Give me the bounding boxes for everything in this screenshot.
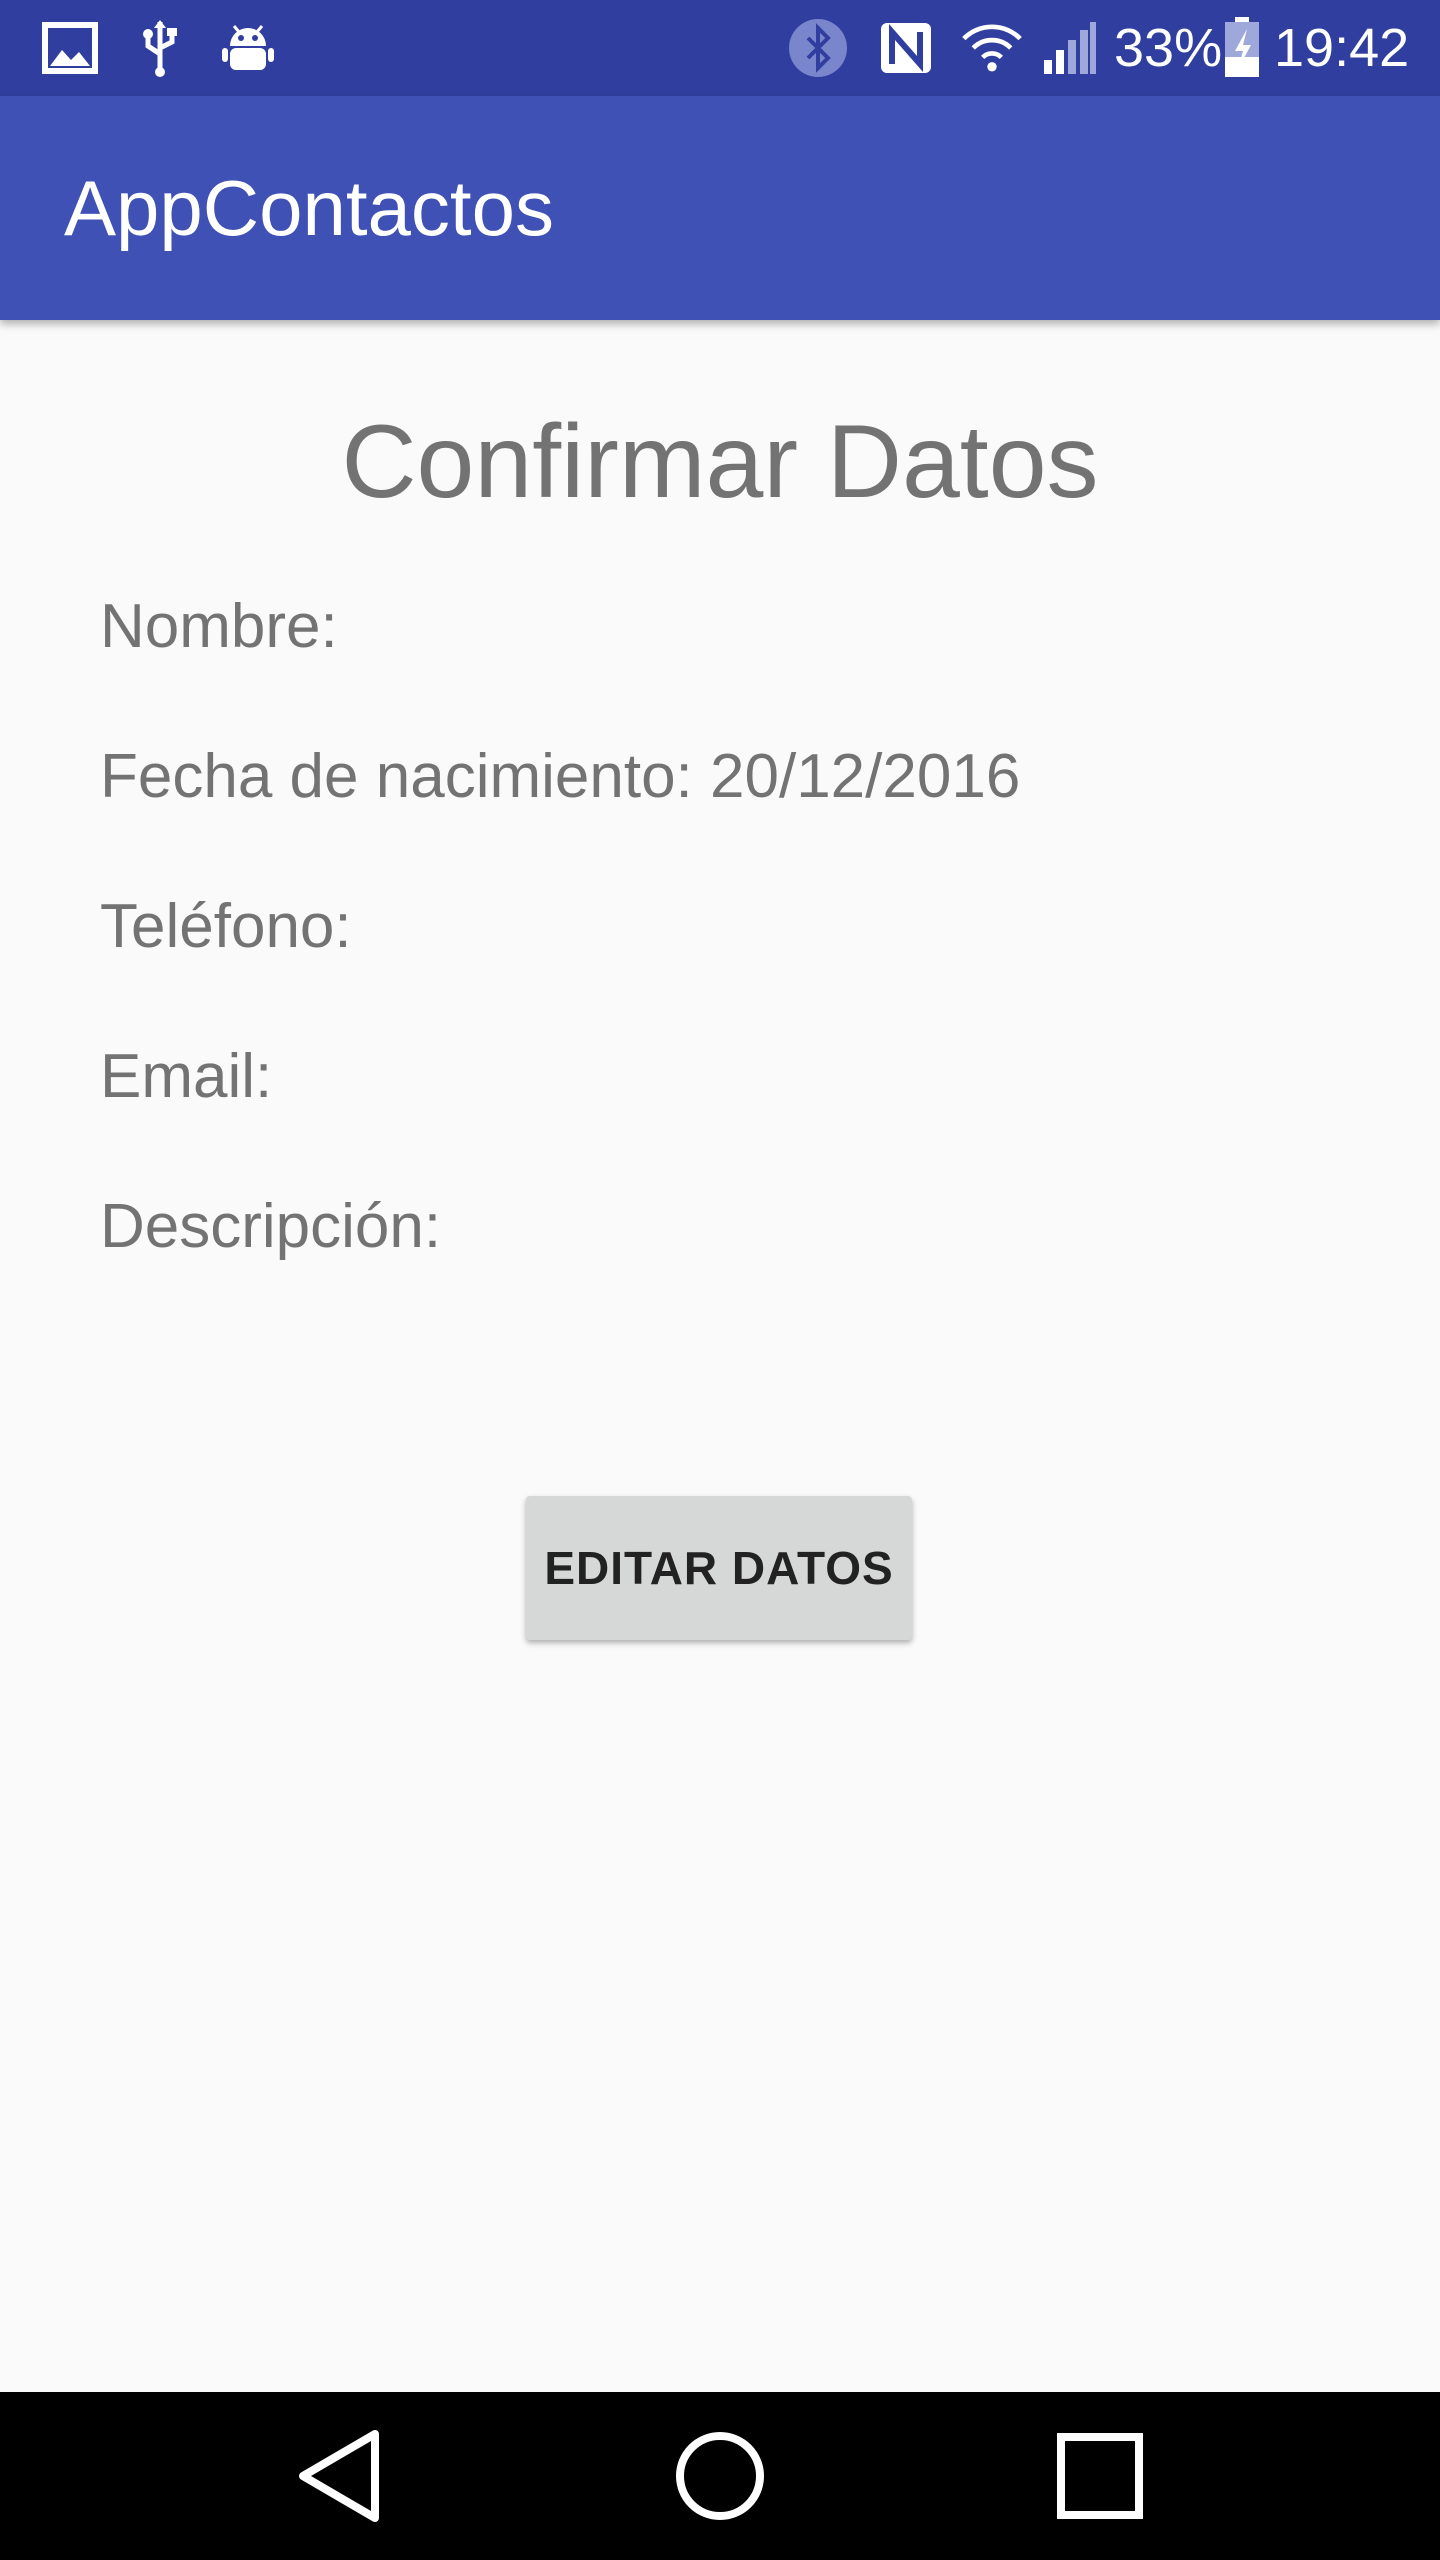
usb-icon — [130, 18, 190, 78]
status-time: 19:42 — [1274, 18, 1410, 78]
app-title: AppContactos — [64, 164, 554, 252]
confirm-data-screen: Confirmar Datos Nombre: Fecha de nacimie… — [0, 320, 1440, 2392]
status-bar: 33% 19:42 — [0, 0, 1440, 96]
birthdate-label: Fecha de nacimiento: 20/12/2016 — [100, 742, 1021, 811]
battery-charging-icon — [1222, 17, 1262, 78]
phone-label: Teléfono: — [100, 892, 352, 961]
android-debug-icon — [218, 18, 278, 78]
email-label: Email: — [100, 1042, 273, 1111]
signal-icon — [1040, 18, 1100, 78]
battery-percent: 33% — [1114, 18, 1223, 78]
recents-icon[interactable] — [1040, 2416, 1160, 2536]
navigation-bar — [0, 2392, 1440, 2560]
nfc-icon — [876, 18, 936, 78]
back-icon[interactable] — [280, 2416, 400, 2536]
image-icon — [40, 18, 100, 78]
home-icon[interactable] — [660, 2416, 780, 2536]
description-label: Descripción: — [100, 1192, 442, 1261]
name-label: Nombre: — [100, 592, 338, 661]
app-bar: AppContactos — [0, 96, 1440, 320]
wifi-icon — [962, 18, 1022, 78]
edit-data-button[interactable]: EDITAR DATOS — [526, 1496, 912, 1640]
bluetooth-icon — [788, 18, 848, 78]
page-title: Confirmar Datos — [341, 404, 1099, 520]
